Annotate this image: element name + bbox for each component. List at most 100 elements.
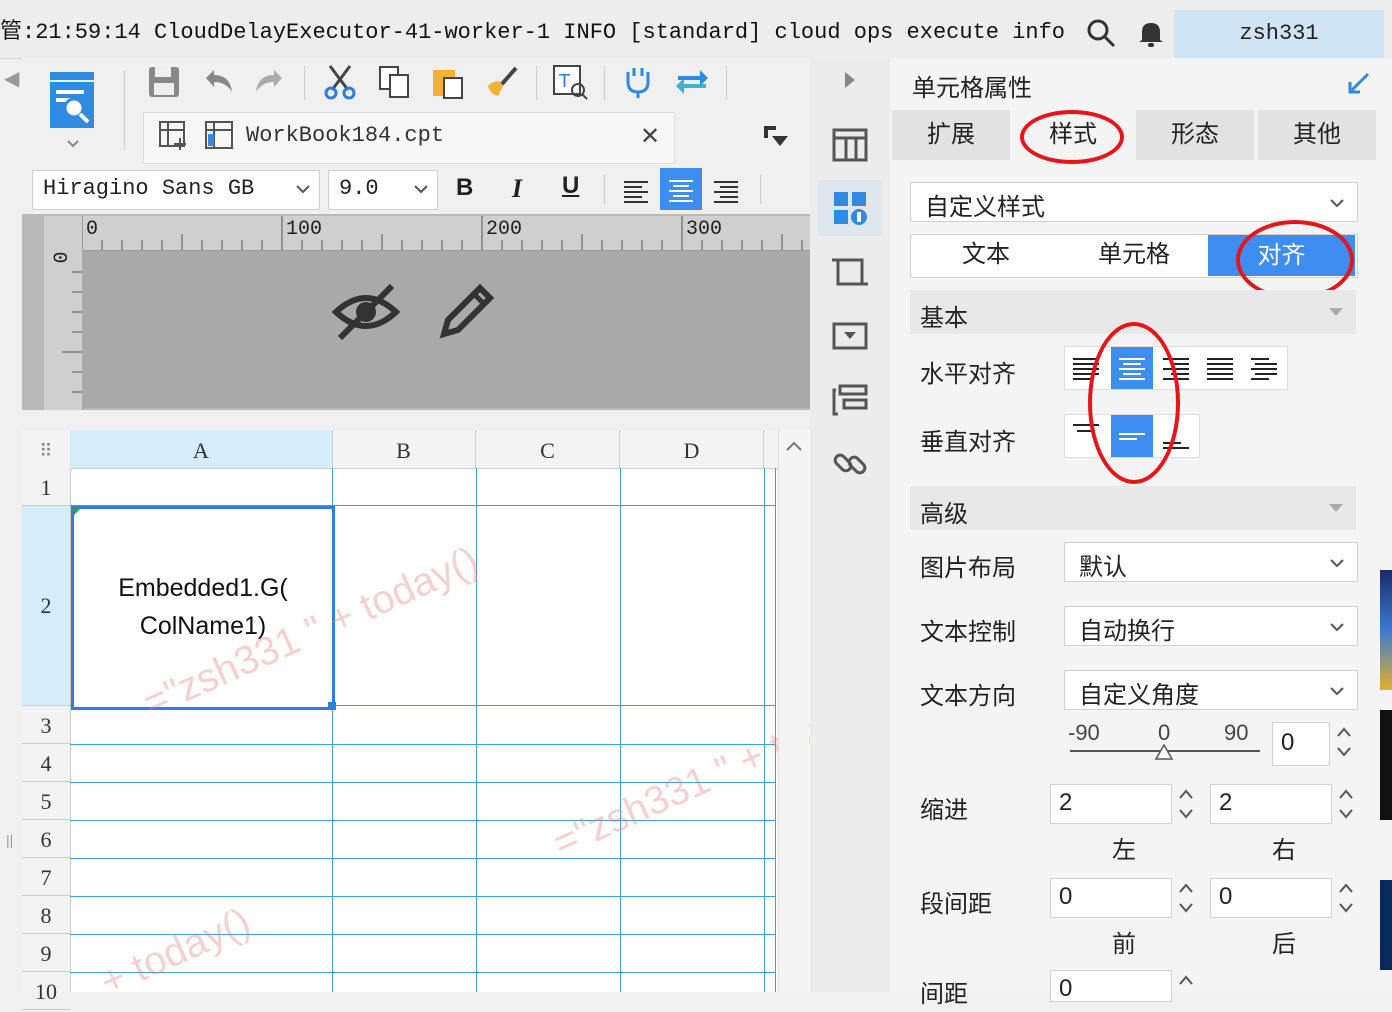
pencil-icon[interactable] (436, 280, 498, 342)
row-header-column: 1 2 3 4 5 6 7 8 9 10 (22, 468, 71, 1010)
row-header[interactable]: 5 (22, 782, 70, 820)
copy-icon[interactable] (376, 64, 412, 100)
row-header[interactable]: 4 (22, 744, 70, 782)
tab-other[interactable]: 其他 (1258, 110, 1376, 160)
column-header-c[interactable]: C (476, 430, 620, 468)
para-before-spinner-icon[interactable] (1176, 880, 1196, 916)
tab-form[interactable]: 形态 (1136, 110, 1254, 160)
new-workbook-icon[interactable] (158, 120, 188, 150)
tab-menu-icon[interactable] (762, 124, 790, 150)
widget-icon[interactable] (830, 316, 870, 356)
swap-icon[interactable] (674, 64, 710, 100)
expand-icon[interactable] (842, 70, 858, 90)
chevron-down-icon (1330, 199, 1344, 208)
grid-line (70, 896, 776, 897)
save-icon[interactable] (146, 64, 182, 100)
font-size-select[interactable]: 9.0 (328, 170, 438, 210)
indent-right-input[interactable]: 2 (1210, 784, 1332, 824)
select-all-icon[interactable]: ⠿ (22, 430, 71, 468)
close-tab-icon[interactable]: ✕ (640, 122, 660, 151)
italic-button[interactable]: I (512, 174, 522, 204)
row-header[interactable]: 1 (22, 468, 70, 506)
cell-attribute-tab[interactable] (818, 180, 882, 236)
chevron-down-icon (1330, 687, 1344, 696)
row-header[interactable]: 6 (22, 820, 70, 858)
svg-text:T: T (558, 71, 571, 92)
link-icon[interactable] (830, 444, 870, 484)
angle-input[interactable]: 0 (1272, 722, 1330, 766)
align-right-icon[interactable] (710, 174, 742, 206)
angle-tick-label: 0 (1158, 720, 1171, 745)
collapse-left-icon[interactable]: ◀ (4, 66, 19, 91)
style-select-value: 自定义样式 (925, 194, 1045, 221)
v-align-label: 垂直对齐 (920, 429, 1016, 456)
underline-button[interactable]: U (562, 172, 579, 200)
undo-icon[interactable] (200, 64, 236, 100)
hidden-eye-icon[interactable] (332, 282, 400, 342)
template-preview-icon[interactable] (48, 70, 98, 132)
list-settings-icon[interactable] (830, 380, 870, 420)
row-header[interactable]: 8 (22, 896, 70, 934)
column-header-a[interactable]: A (70, 430, 333, 468)
subtab-text[interactable]: 文本 (912, 234, 1060, 276)
h-align-label: 水平对齐 (920, 361, 1016, 388)
align-center-icon (669, 180, 693, 202)
style-select[interactable]: 自定义样式 (910, 182, 1358, 222)
file-name[interactable]: WorkBook184.cpt (246, 123, 444, 148)
user-name[interactable]: zsh331 (1174, 10, 1384, 58)
indent-left-spinner-icon[interactable] (1176, 786, 1196, 822)
subtab-cell[interactable]: 单元格 (1060, 234, 1208, 276)
indent-left-input[interactable]: 2 (1050, 784, 1172, 824)
scroll-up-icon[interactable] (785, 440, 803, 452)
toolbar-divider (124, 70, 125, 150)
angle-slider-thumb[interactable] (1155, 744, 1173, 760)
spacing-spinner-icon[interactable] (1176, 972, 1196, 988)
table-layout-icon[interactable] (830, 124, 870, 164)
plugin-icon[interactable] (620, 64, 656, 100)
chevron-down-icon (1329, 308, 1343, 316)
column-header-b[interactable]: B (332, 430, 476, 468)
row-header[interactable]: 3 (22, 706, 70, 744)
angle-spinner-icon[interactable] (1334, 724, 1354, 760)
text-control-select[interactable]: 自动换行 (1064, 606, 1358, 646)
font-family-select[interactable]: Hiragino Sans GB (32, 170, 320, 210)
fill-handle[interactable] (328, 702, 336, 710)
align-justify-icon[interactable] (1205, 353, 1235, 383)
row-header[interactable]: 7 (22, 858, 70, 896)
search-icon[interactable] (1086, 18, 1116, 48)
crop-icon[interactable] (830, 252, 870, 292)
grid-line (476, 468, 477, 992)
log-line: 管:21:59:14 CloudDelayExecutor-41-worker-… (0, 20, 1080, 45)
text-direction-select[interactable]: 自定义角度 (1064, 670, 1358, 710)
advanced-section-header[interactable]: 高级 (910, 486, 1356, 530)
column-header-d[interactable]: D (620, 430, 764, 468)
indent-right-spinner-icon[interactable] (1336, 786, 1356, 822)
bold-button[interactable]: B (456, 174, 473, 202)
row-header[interactable]: 9 (22, 934, 70, 972)
para-after-spinner-icon[interactable] (1336, 880, 1356, 916)
indent-right-caption: 右 (1272, 837, 1296, 864)
row-header[interactable]: 10 (22, 972, 70, 1010)
row-header[interactable]: 2 (22, 506, 70, 706)
text-search-icon[interactable]: T (552, 64, 588, 100)
collapse-panel-icon[interactable] (1346, 72, 1370, 96)
toolbar-divider (536, 66, 537, 100)
workbook-icon (205, 121, 233, 149)
spacing-input[interactable]: 0 (1050, 970, 1172, 1002)
vertical-scrollbar[interactable] (778, 430, 809, 992)
redo-icon[interactable] (252, 64, 288, 100)
paste-icon[interactable] (430, 64, 466, 100)
align-left-icon[interactable] (620, 174, 652, 206)
image-layout-select[interactable]: 默认 (1064, 542, 1358, 582)
format-brush-icon[interactable] (484, 64, 520, 100)
tab-expand[interactable]: 扩展 (892, 110, 1010, 160)
para-before-input[interactable]: 0 (1050, 878, 1172, 918)
toolbar-divider (304, 66, 305, 100)
align-distributed-icon[interactable] (1249, 353, 1279, 383)
cut-icon[interactable] (322, 64, 358, 100)
bell-icon[interactable] (1136, 18, 1166, 48)
align-center-button[interactable] (660, 168, 702, 210)
para-after-input[interactable]: 0 (1210, 878, 1332, 918)
splitter-handle[interactable]: || (6, 832, 13, 848)
chevron-down-icon[interactable] (67, 140, 79, 148)
